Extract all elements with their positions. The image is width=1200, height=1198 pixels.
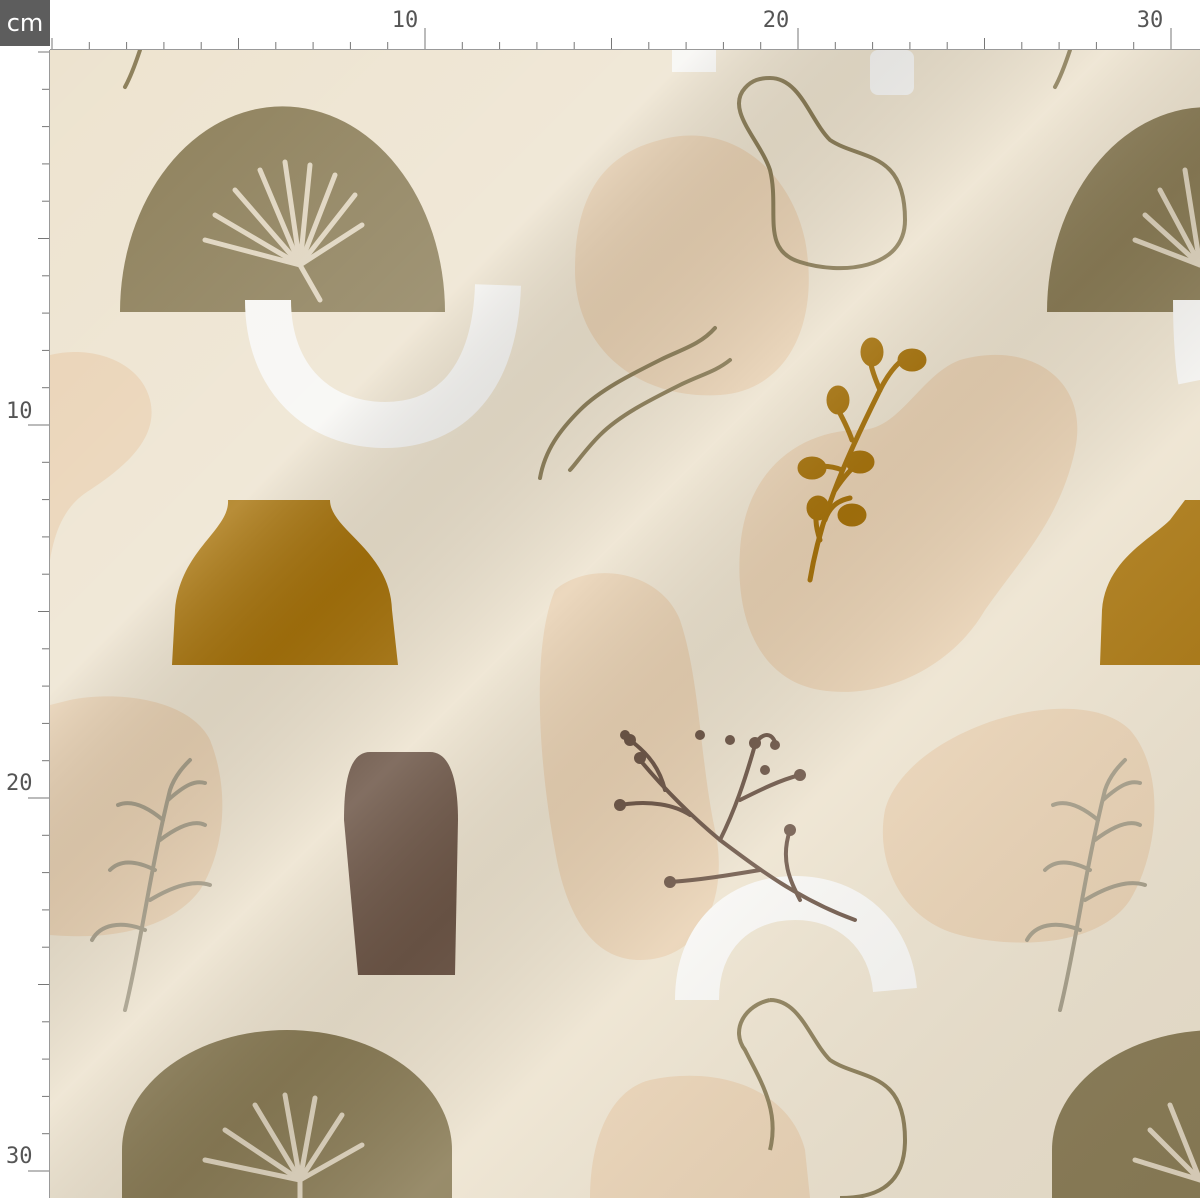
unit-badge: cm bbox=[0, 0, 50, 46]
ruler-top-label-20: 20 bbox=[763, 8, 790, 33]
fabric-preview: 10 20 30 10 20 30 cm bbox=[0, 0, 1200, 1198]
ruler-left bbox=[0, 0, 50, 1198]
ruler-left-label-20: 20 bbox=[6, 771, 33, 796]
ruler-left-label-10: 10 bbox=[6, 399, 33, 424]
ruler-top-label-30: 30 bbox=[1137, 8, 1164, 33]
fabric-area bbox=[50, 50, 1200, 1198]
ruler-top-label-10: 10 bbox=[392, 8, 419, 33]
ruler-top bbox=[0, 0, 1200, 50]
fabric-pattern-canvas: 10 20 30 10 20 30 bbox=[0, 0, 1200, 1198]
fabric-sheen bbox=[50, 50, 1200, 1198]
ruler-left-label-30: 30 bbox=[6, 1144, 33, 1169]
